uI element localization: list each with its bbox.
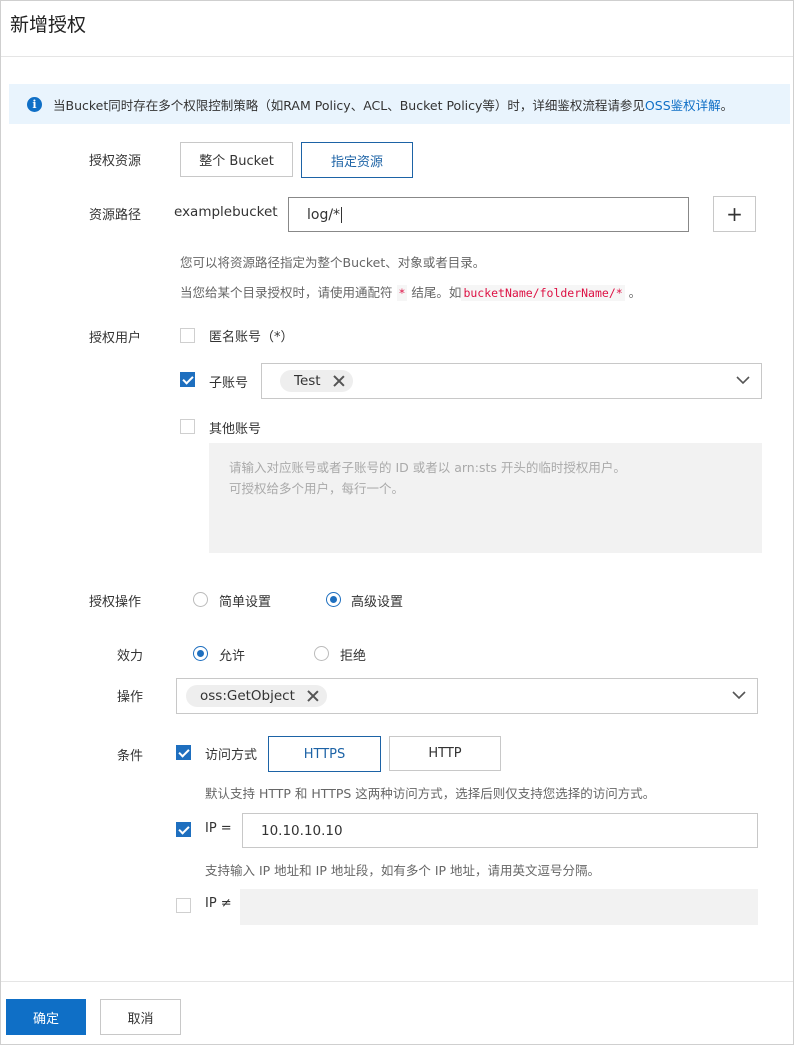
operation-advanced-radio[interactable] <box>326 592 341 607</box>
resource-whole-bucket-button[interactable]: 整个 Bucket <box>180 142 293 177</box>
action-tag: oss:GetObject <box>186 685 327 707</box>
other-account-placeholder-2: 可授权给多个用户，每行一个。 <box>229 481 405 496</box>
anonymous-checkbox[interactable] <box>180 328 195 343</box>
close-icon[interactable] <box>333 375 345 387</box>
path-hint-2-mid: 结尾。如 <box>411 285 462 300</box>
ip-equal-checkbox[interactable] <box>176 822 191 837</box>
sub-account-tag: Test <box>280 370 353 392</box>
add-path-button[interactable]: + <box>713 196 756 232</box>
operation-simple-label: 简单设置 <box>219 595 272 610</box>
resource-specific-button[interactable]: 指定资源 <box>301 142 413 178</box>
effect-allow-radio[interactable] <box>193 646 208 661</box>
action-tag-label: oss:GetObject <box>200 688 295 704</box>
effect-label: 效力 <box>117 649 144 664</box>
ip-equal-value: 10.10.10.10 <box>261 822 343 839</box>
effect-deny-label: 拒绝 <box>340 649 367 664</box>
actions-select[interactable]: oss:GetObject <box>176 678 758 714</box>
sub-account-tag-label: Test <box>294 373 321 389</box>
ip-equal-input[interactable]: 10.10.10.10 <box>242 813 758 848</box>
operation-advanced-label: 高级设置 <box>351 595 404 610</box>
conditions-label: 条件 <box>117 749 144 764</box>
operation-simple-radio[interactable] <box>193 592 208 607</box>
footer-divider <box>1 981 793 982</box>
http-button[interactable]: HTTP <box>389 736 501 771</box>
ip-not-equal-label: IP ≠ <box>205 896 232 911</box>
chevron-down-icon[interactable] <box>735 372 751 388</box>
cancel-button[interactable]: 取消 <box>100 999 181 1035</box>
operation-label: 授权操作 <box>89 595 142 610</box>
other-account-placeholder-1: 请输入对应账号或者子账号的 ID 或者以 arn:sts 开头的临时授权用户。 <box>229 460 626 475</box>
path-hint-example: bucketName/folderName/* <box>461 285 625 301</box>
resource-label: 授权资源 <box>89 154 142 169</box>
ip-equal-hint: 支持输入 IP 地址和 IP 地址段，如有多个 IP 地址，请用英文逗号分隔。 <box>205 863 601 878</box>
path-hint-1: 您可以将资源路径指定为整个Bucket、对象或者目录。 <box>180 255 486 270</box>
chevron-down-icon[interactable] <box>731 687 747 703</box>
effect-deny-radio[interactable] <box>314 646 329 661</box>
info-notice: i 当Bucket同时存在多个权限控制策略（如RAM Policy、ACL、Bu… <box>9 84 790 124</box>
text-caret <box>341 206 343 223</box>
path-hint-2-pre: 当您给某个目录授权时，请使用通配符 <box>180 285 393 300</box>
anonymous-label: 匿名账号（*） <box>209 330 294 345</box>
path-hint-2: 当您给某个目录授权时，请使用通配符 * 结尾。如 bucketName/folde… <box>180 282 641 301</box>
notice-link[interactable]: OSS鉴权详解 <box>645 95 721 114</box>
close-icon[interactable] <box>307 690 319 702</box>
resource-path-value: log/* <box>307 206 341 223</box>
path-hint-2-end: 。 <box>628 285 642 300</box>
header-divider <box>1 56 793 57</box>
https-button[interactable]: HTTPS <box>268 736 381 772</box>
access-method-hint: 默认支持 HTTP 和 HTTPS 这两种访问方式，选择后则仅支持您选择的访问方… <box>205 786 656 801</box>
plus-icon: + <box>726 202 743 226</box>
other-account-textarea[interactable]: 请输入对应账号或者子账号的 ID 或者以 arn:sts 开头的临时授权用户。 … <box>209 443 762 553</box>
effect-allow-label: 允许 <box>219 649 246 664</box>
access-method-label: 访问方式 <box>205 748 258 763</box>
sub-account-label: 子账号 <box>209 376 249 391</box>
sub-account-checkbox[interactable] <box>180 372 195 387</box>
ip-not-equal-checkbox[interactable] <box>176 898 191 913</box>
actions-label: 操作 <box>117 690 144 705</box>
path-hint-wildcard: * <box>396 285 408 301</box>
confirm-button[interactable]: 确定 <box>6 999 86 1035</box>
access-method-checkbox[interactable] <box>176 745 191 760</box>
other-account-label: 其他账号 <box>209 422 262 437</box>
info-icon: i <box>27 96 42 112</box>
notice-suffix: 。 <box>720 97 734 113</box>
other-account-checkbox[interactable] <box>180 419 195 434</box>
users-label: 授权用户 <box>89 331 142 346</box>
ip-equal-label: IP = <box>205 821 232 836</box>
sub-account-select[interactable]: Test <box>261 363 762 399</box>
path-prefix: examplebucket/ <box>174 204 278 220</box>
dialog-title: 新增授权 <box>10 14 87 36</box>
notice-text: 当Bucket同时存在多个权限控制策略（如RAM Policy、ACL、Buck… <box>53 97 645 113</box>
resource-path-input[interactable]: log/* <box>288 197 689 232</box>
ip-not-equal-input[interactable] <box>240 889 758 925</box>
path-label: 资源路径 <box>89 208 142 223</box>
